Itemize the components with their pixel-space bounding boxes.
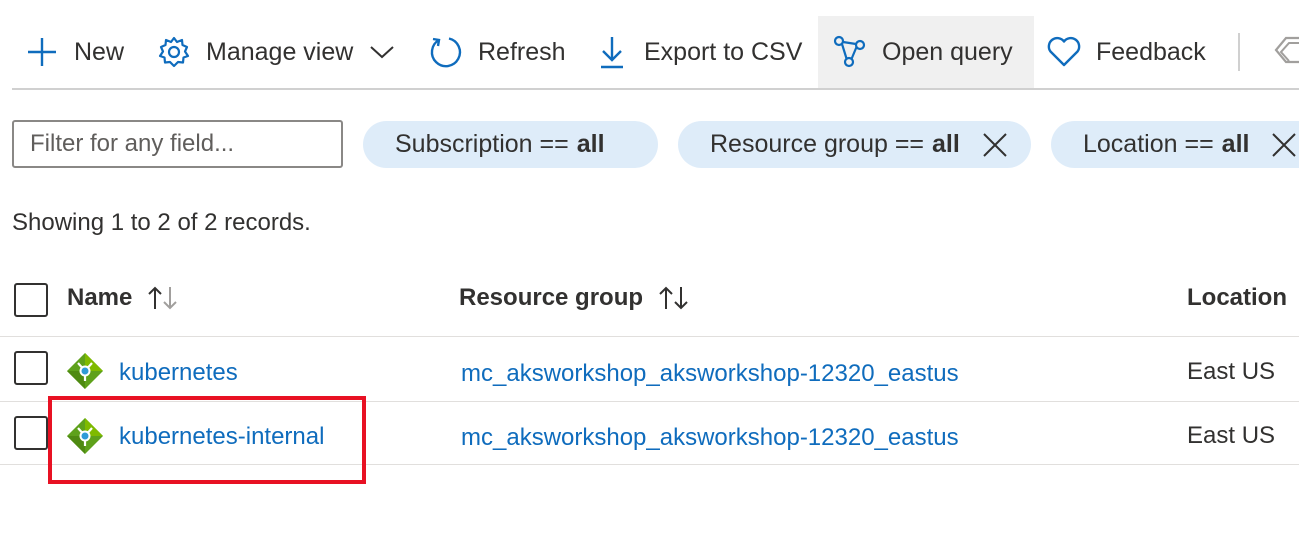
select-all-checkbox[interactable] bbox=[14, 283, 48, 317]
export-csv-label: Export to CSV bbox=[644, 37, 803, 66]
column-header-location[interactable]: Location bbox=[1187, 284, 1287, 312]
toolbar-divider bbox=[12, 88, 1299, 90]
column-header-label: Resource group bbox=[459, 284, 644, 311]
query-icon bbox=[832, 34, 868, 70]
download-icon bbox=[594, 34, 630, 70]
row-resource-group-link[interactable]: mc_aksworkshop_aksworkshop-12320_eastus bbox=[461, 360, 959, 388]
column-header-resource-group[interactable]: Resource group bbox=[459, 284, 691, 312]
row-resource-group-link[interactable]: mc_aksworkshop_aksworkshop-12320_eastus bbox=[461, 424, 959, 452]
manage-view-button[interactable]: Manage view bbox=[156, 16, 395, 88]
refresh-label: Refresh bbox=[478, 37, 566, 66]
toolbar-separator bbox=[1238, 33, 1240, 71]
close-icon[interactable] bbox=[982, 132, 1008, 158]
filter-input[interactable] bbox=[12, 120, 343, 168]
pill-value: all bbox=[1221, 130, 1250, 158]
records-count: Showing 1 to 2 of 2 records. bbox=[12, 209, 311, 236]
sort-arrows-icon bbox=[146, 285, 180, 311]
feedback-label: Feedback bbox=[1096, 37, 1206, 66]
header-divider bbox=[0, 336, 1299, 337]
column-header-label: Name bbox=[67, 284, 133, 311]
row-checkbox[interactable] bbox=[14, 416, 48, 450]
column-header-label: Location bbox=[1187, 284, 1287, 311]
pill-field: Location == bbox=[1083, 130, 1214, 158]
manage-view-label: Manage view bbox=[206, 37, 354, 66]
feedback-button[interactable]: Feedback bbox=[1046, 16, 1206, 88]
close-icon[interactable] bbox=[1271, 132, 1297, 158]
plus-icon bbox=[24, 34, 60, 70]
new-label: New bbox=[74, 37, 125, 66]
open-query-label: Open query bbox=[882, 37, 1013, 66]
export-csv-button[interactable]: Export to CSV bbox=[594, 16, 802, 88]
column-header-name[interactable]: Name bbox=[67, 284, 180, 312]
row-location: East US bbox=[1187, 358, 1276, 385]
sort-arrows-icon bbox=[657, 285, 691, 311]
refresh-button[interactable]: Refresh bbox=[428, 16, 566, 88]
new-button[interactable]: New bbox=[24, 16, 124, 88]
location-filter-pill[interactable]: Location == all bbox=[1051, 121, 1299, 168]
gear-icon bbox=[156, 34, 192, 70]
row-name-link[interactable]: kubernetes bbox=[119, 359, 238, 387]
resource-group-filter-pill[interactable]: Resource group == all bbox=[678, 121, 1031, 168]
pill-value: all bbox=[932, 130, 960, 158]
chevron-down-icon bbox=[369, 44, 395, 60]
row-checkbox[interactable] bbox=[14, 351, 48, 385]
subscription-filter-pill[interactable]: Subscription == all bbox=[363, 121, 658, 168]
highlight-box bbox=[48, 396, 366, 484]
tag-icon[interactable] bbox=[1272, 34, 1299, 75]
open-query-button[interactable]: Open query bbox=[818, 16, 1034, 88]
load-balancer-icon bbox=[66, 352, 104, 395]
refresh-icon bbox=[428, 34, 464, 70]
row-location: East US bbox=[1187, 422, 1276, 449]
pill-value: all bbox=[576, 130, 605, 158]
pill-field: Resource group == bbox=[710, 130, 925, 158]
heart-icon bbox=[1046, 34, 1082, 70]
pill-field: Subscription == bbox=[395, 130, 569, 158]
